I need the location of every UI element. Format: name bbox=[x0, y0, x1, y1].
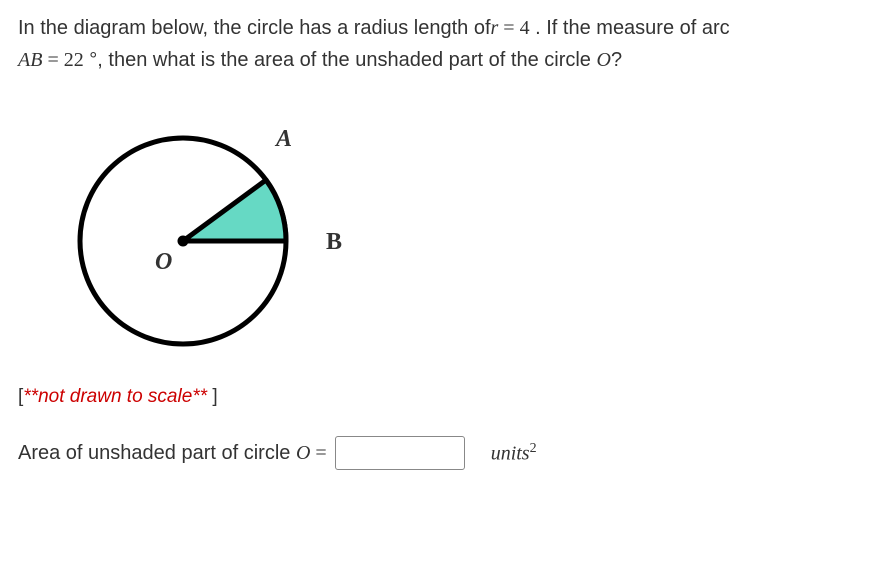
label-b: B bbox=[326, 229, 342, 256]
units-label: units2 bbox=[491, 441, 537, 466]
text-fragment: Area of unshaded part of circle bbox=[18, 442, 296, 464]
value-r: 4 bbox=[520, 17, 530, 39]
text-fragment: In the diagram below, the circle has a r… bbox=[18, 17, 491, 39]
equals-sign: = bbox=[42, 49, 63, 71]
question-mark: ? bbox=[611, 49, 622, 71]
answer-label: Area of unshaded part of circle O = bbox=[18, 442, 327, 465]
center-point bbox=[178, 236, 189, 247]
equals-sign: = bbox=[310, 442, 326, 464]
scale-note: [**not drawn to scale** ] bbox=[18, 386, 865, 408]
units-word: units bbox=[491, 442, 530, 464]
circle-diagram: A B O bbox=[18, 111, 378, 371]
label-a: A bbox=[276, 126, 292, 153]
diagram-svg bbox=[18, 111, 378, 371]
bracket-close: ] bbox=[212, 386, 217, 407]
answer-row: Area of unshaded part of circle O = unit… bbox=[18, 436, 865, 470]
equals-sign: = bbox=[498, 17, 519, 39]
text-fragment: , then what is the area of the unshaded … bbox=[97, 49, 596, 71]
units-exponent: 2 bbox=[530, 441, 537, 456]
label-o: O bbox=[155, 249, 172, 276]
degree-symbol: ° bbox=[84, 49, 98, 71]
text-fragment: . If the measure of arc bbox=[530, 17, 730, 39]
area-input[interactable] bbox=[335, 436, 465, 470]
arc-value: 22 bbox=[64, 49, 84, 71]
variable-o: O bbox=[596, 49, 610, 71]
variable-ab: AB bbox=[18, 49, 42, 71]
problem-statement: In the diagram below, the circle has a r… bbox=[18, 12, 865, 76]
variable-o: O bbox=[296, 442, 310, 464]
note-text: **not drawn to scale** bbox=[23, 386, 212, 407]
shaded-sector bbox=[183, 180, 286, 241]
